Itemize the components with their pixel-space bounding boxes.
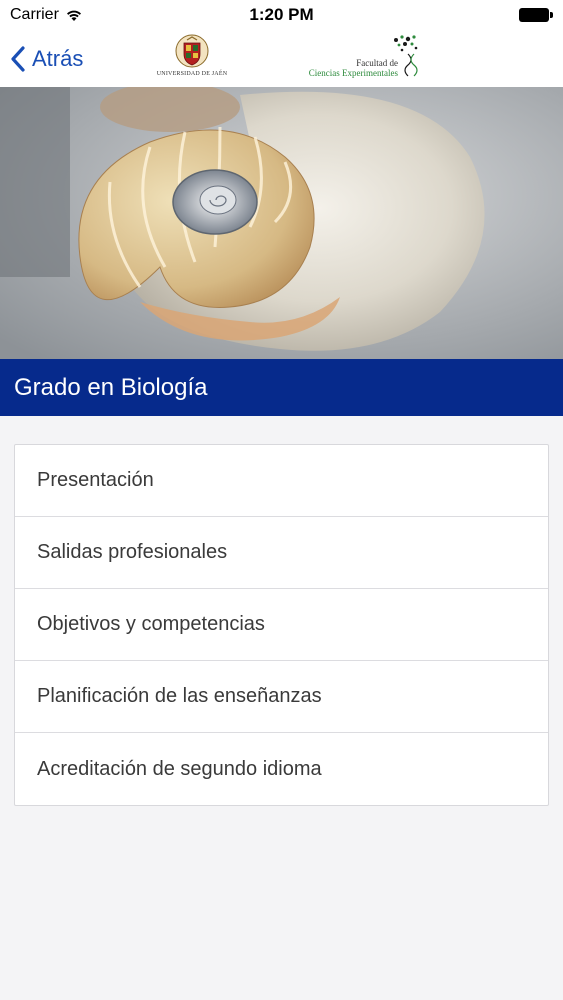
facultad-ciencias-logo: Facultad de Ciencias Experimentales [300,34,420,84]
status-time: 1:20 PM [249,5,314,24]
menu-list: Presentación Salidas profesionales Objet… [14,444,549,806]
facultad-label: Facultad de [356,58,398,68]
navigation-bar: Atrás UNIVERSIDAD DE JAÉN Facultad de Ci… [0,30,563,87]
carrier-label: Carrier [10,6,59,23]
universidad-jaen-logo: UNIVERSIDAD DE JAÉN [156,34,228,84]
menu-item-objetivos-competencias[interactable]: Objetivos y competencias [15,589,548,661]
menu-item-salidas-profesionales[interactable]: Salidas profesionales [15,517,548,589]
menu-item-acreditacion-idioma[interactable]: Acreditación de segundo idioma [15,733,548,805]
section-header: Grado en Biología [0,359,563,416]
universidad-jaen-text: UNIVERSIDAD DE JAÉN [156,71,228,77]
battery-icon [519,8,553,22]
ciencias-experimentales-label: Ciencias Experimentales [308,68,398,78]
menu-item-planificacion-ensenanzas[interactable]: Planificación de las enseñanzas [15,661,548,733]
status-bar: Carrier 1:20 PM [0,0,563,30]
page-title: Grado en Biología [14,373,208,401]
chevron-left-icon [11,45,25,72]
facultad-ciencias-text: Facultad de Ciencias Experimentales [309,58,398,78]
back-button-label: Atrás [32,45,84,71]
menu-item-presentacion[interactable]: Presentación [15,445,548,517]
wifi-icon [66,10,81,21]
nautilus-shell-photo [0,87,563,359]
hero-image [0,87,563,359]
crest-icon [175,34,209,68]
status-left: Carrier [10,6,83,24]
back-button[interactable]: Atrás [0,30,83,87]
